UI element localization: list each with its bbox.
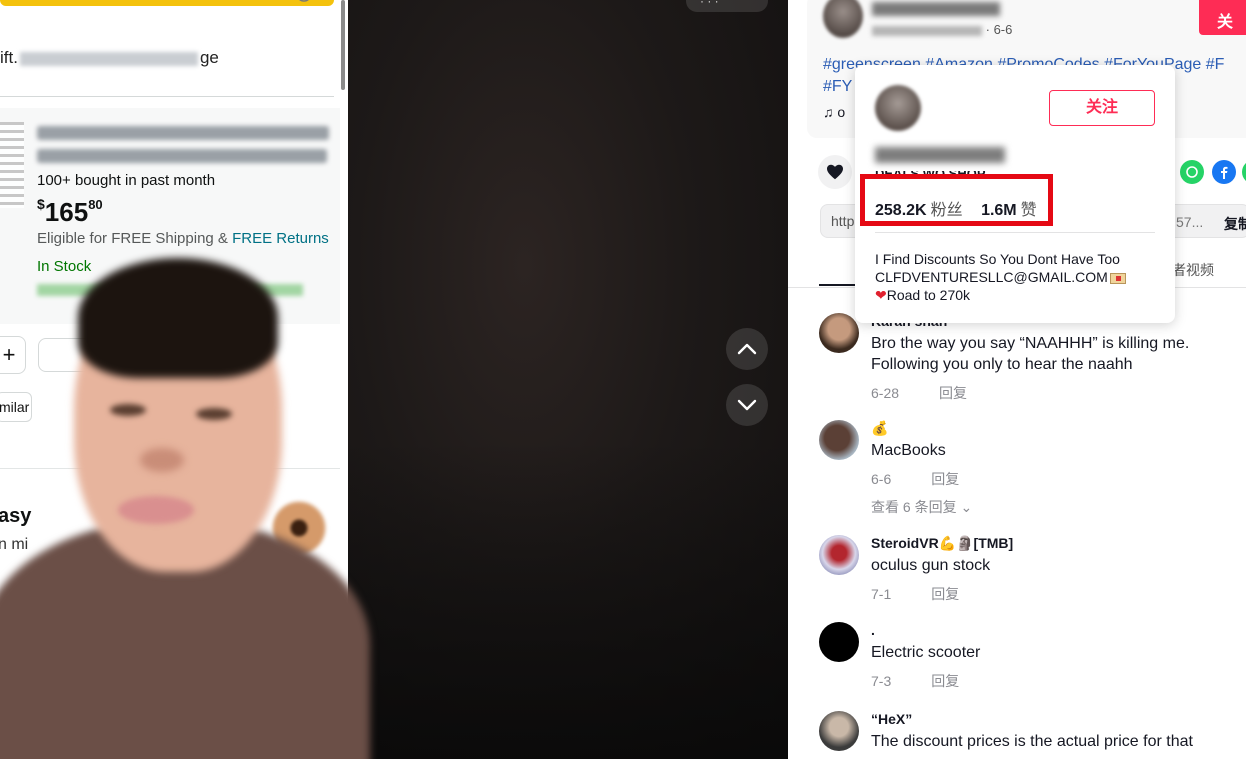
bio-goal: Road to 270k: [886, 287, 971, 303]
video-shade: [348, 440, 788, 759]
like-button[interactable]: [818, 155, 852, 189]
previous-video-button[interactable]: [726, 328, 768, 370]
comment-meta: 6-28 回复: [871, 383, 967, 403]
bio-email: CLFDVENTURESLLC@GMAIL.COM: [875, 269, 1108, 285]
shipping-info: Eligible for FREE Shipping & FREE Return…: [37, 230, 329, 247]
follow-button[interactable]: 关: [1199, 0, 1246, 35]
bio-line-goal: ❤Road to 270k: [875, 286, 1126, 304]
facebook-glyph-icon: [1221, 166, 1228, 179]
comment-avatar[interactable]: [819, 420, 859, 460]
tab-creator-videos[interactable]: 者视频: [1172, 260, 1214, 280]
comment-author[interactable]: 💰: [871, 420, 888, 437]
comment-date: 7-3: [871, 673, 892, 689]
comment-avatar[interactable]: [819, 622, 859, 662]
bio-line-email: CLFDVENTURESLLC@GMAIL.COM: [875, 268, 1126, 286]
presenter-nose: [140, 448, 184, 472]
music-line[interactable]: ♫ o: [823, 104, 845, 120]
post-date: · 6-6: [985, 22, 1013, 37]
reply-button[interactable]: 回复: [931, 673, 959, 689]
comment-meta: 7-3 回复: [871, 671, 959, 691]
price-whole: 165: [44, 197, 89, 227]
gift-prefix: ift.: [0, 48, 18, 67]
product-title-blurred-2: [37, 149, 327, 163]
music-note-icon: ♫: [823, 104, 834, 120]
video-player[interactable]: ift. ge 100+ bought in past month $16580 …: [0, 0, 788, 759]
divider: [875, 232, 1155, 233]
next-video-button[interactable]: [726, 384, 768, 426]
view-replies-button[interactable]: 查看 6 条回复 ⌄: [871, 497, 972, 517]
chevron-up-icon: [737, 343, 757, 355]
shipping-prefix: Eligible for FREE Shipping &: [37, 230, 228, 247]
section-heading: asy: [0, 505, 32, 527]
comment-date: 7-1: [871, 586, 892, 602]
comment-avatar[interactable]: [819, 313, 859, 353]
author-subline: · 6-6: [872, 22, 1012, 37]
price-fraction: 80: [88, 197, 103, 212]
comment-text: MacBooks: [871, 442, 946, 459]
presenter-eye: [196, 408, 232, 420]
comment-meta: 6-6 回复: [871, 469, 959, 489]
blurred-text: [19, 51, 198, 66]
profile-name-blurred[interactable]: [875, 147, 1005, 163]
whatsapp-share-icon[interactable]: [1180, 160, 1204, 184]
comment-date: 6-6: [871, 471, 892, 487]
presenter-eye: [110, 404, 146, 416]
profile-avatar[interactable]: [875, 85, 921, 131]
highlight-box: [860, 174, 1053, 226]
comment-avatar[interactable]: [819, 711, 859, 751]
amazon-search-bar: [0, 0, 334, 6]
mailbox-icon: [1109, 272, 1126, 284]
search-icon: [299, 0, 309, 2]
product-thumbnail: [0, 122, 24, 208]
comment-avatar[interactable]: [819, 535, 859, 575]
profile-bio: I Find Discounts So You Dont Have Too CL…: [875, 250, 1126, 304]
reply-button[interactable]: 回复: [931, 471, 959, 487]
comment-text: The discount prices is the actual price …: [871, 733, 1193, 750]
presenter-mouth: [118, 496, 194, 524]
similar-button: milar: [0, 392, 32, 422]
comment-text: Electric scooter: [871, 644, 981, 661]
gift-line: ift. ge: [0, 48, 219, 68]
price-currency: $: [37, 196, 45, 212]
video-top-control[interactable]: · · ·: [686, 0, 768, 12]
stock-status: In Stock: [37, 258, 92, 275]
more-share-icon[interactable]: [1242, 160, 1246, 184]
author-name-blurred[interactable]: [872, 2, 1000, 16]
whatsapp-glyph-icon: [1186, 166, 1198, 178]
chevron-down-icon: [737, 399, 757, 411]
comment-author[interactable]: “HeX”: [871, 711, 912, 727]
bio-line: I Find Discounts So You Dont Have Too: [875, 251, 1120, 267]
section-sub: n mi: [0, 536, 29, 553]
bought-count: 100+ bought in past month: [37, 172, 216, 189]
heart-icon: [827, 164, 843, 180]
screen: ift. ge 100+ bought in past month $16580 …: [0, 0, 1246, 759]
phone-scrollbar: [341, 0, 345, 90]
comment-author[interactable]: .: [871, 622, 875, 638]
popover-follow-button[interactable]: 关注: [1049, 90, 1155, 126]
divider: [0, 96, 334, 97]
comment-text: Bro the way you say “NAAHHH” is killing …: [871, 335, 1190, 373]
comment-text: oculus gun stock: [871, 557, 991, 574]
facebook-share-icon[interactable]: [1212, 160, 1236, 184]
copy-link-button[interactable]: 复制: [1224, 214, 1246, 234]
free-returns-link: FREE Returns: [232, 230, 329, 247]
presenter-hair: [78, 258, 278, 378]
comment-meta: 7-1 回复: [871, 584, 959, 604]
comment-date: 6-28: [871, 385, 900, 401]
product-price: $16580: [37, 196, 103, 228]
blurred-text: [872, 25, 982, 36]
gift-suffix: ge: [199, 48, 219, 67]
reply-button[interactable]: 回复: [931, 586, 959, 602]
comment-author[interactable]: SteroidVR💪🗿[TMB]: [871, 535, 1013, 552]
video-url-tail: 57...: [1176, 214, 1204, 230]
heart-emoji-icon: ❤: [875, 287, 887, 303]
product-title-blurred: [37, 126, 329, 140]
quantity-plus-button: +: [0, 336, 26, 374]
reply-button[interactable]: 回复: [939, 385, 967, 401]
music-text: o: [837, 104, 846, 120]
